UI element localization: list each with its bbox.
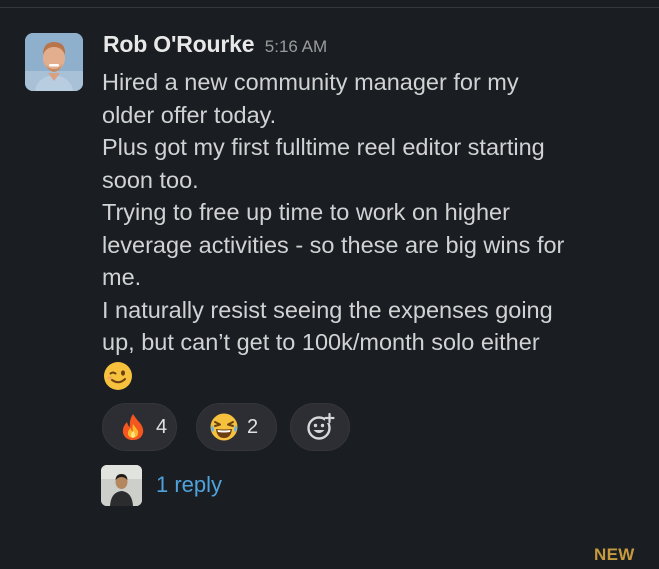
reaction-count: 2 [247,415,259,438]
message-line: soon too. [102,166,199,193]
add-emoji-icon [305,412,335,442]
add-reaction-button[interactable] [290,403,350,451]
timestamp[interactable]: 5:16 AM [265,37,327,56]
author-name[interactable]: Rob O'Rourke [103,31,255,57]
message-line: me. [102,264,142,290]
message-header: Rob O'Rourke 5:16 AM [103,31,327,58]
message-body: Hired a new community manager for my old… [102,66,647,359]
message: Rob O'Rourke 5:16 AM Hired a new communi… [0,0,659,569]
fire-icon [118,412,148,442]
reply-count-link[interactable]: 1 reply [156,472,222,498]
message-line: up, but can’t get to 100k/month solo eit… [102,329,540,355]
reply-avatar[interactable] [101,464,142,506]
laughing-face-icon [209,412,239,442]
message-line: Hired a new community manager for my [102,69,519,95]
reaction-laughing[interactable]: 2 [196,403,277,451]
author-avatar[interactable] [25,33,83,91]
winking-face-icon [103,361,133,391]
message-line: I naturally resist seeing the expenses g… [102,296,553,323]
reaction-fire[interactable]: 4 [102,403,177,451]
message-line: older offer today. [102,101,277,128]
message-line: Trying to free up time to work on higher [102,199,510,225]
new-messages-marker: NEW [594,545,635,564]
reaction-count: 4 [156,415,168,438]
thread-replies[interactable]: 1 reply [101,463,222,507]
message-line: Plus got my first fulltime reel editor s… [102,134,545,160]
message-line: leverage activities - so these are big w… [102,231,565,258]
